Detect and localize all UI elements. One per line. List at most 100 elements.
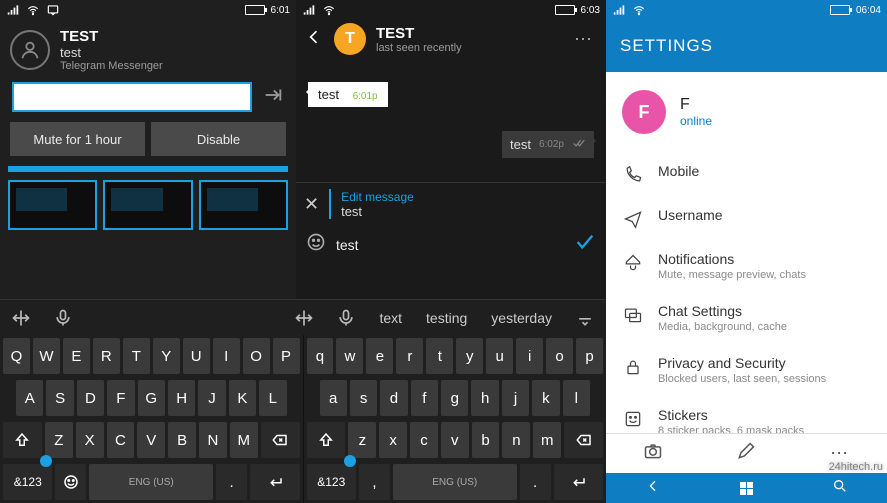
cancel-edit-button[interactable]: ✕ [304,194,319,215]
key-e[interactable]: E [63,338,90,374]
incoming-message[interactable]: test 6:01p [308,82,388,107]
key-x[interactable]: X [76,422,104,458]
settings-item-username[interactable]: Username [606,196,887,240]
key-z[interactable]: z [348,422,376,458]
period-key[interactable]: . [520,464,551,500]
key-q[interactable]: Q [3,338,30,374]
edit-button[interactable] [736,441,756,466]
cursor-dot-icon[interactable] [344,455,356,467]
chat-avatar[interactable]: T [334,23,366,55]
settings-item-mobile[interactable]: Mobile [606,152,887,196]
suggestion[interactable]: text [367,310,414,326]
key-r[interactable]: R [93,338,120,374]
key-v[interactable]: V [137,422,165,458]
key-i[interactable]: i [516,338,543,374]
key-p[interactable]: P [273,338,300,374]
key-y[interactable]: y [456,338,483,374]
key-x[interactable]: x [379,422,407,458]
key-e[interactable]: e [366,338,393,374]
more-button[interactable]: ⋯ [830,443,850,464]
key-b[interactable]: b [472,422,500,458]
key-n[interactable]: N [199,422,227,458]
key-f[interactable]: F [107,380,134,416]
numeric-key[interactable]: &123 [307,464,356,500]
key-j[interactable]: J [198,380,225,416]
suggestion[interactable]: testing [414,310,479,326]
key-t[interactable]: t [426,338,453,374]
quick-reply-input[interactable] [12,82,252,112]
key-g[interactable]: g [441,380,468,416]
key-a[interactable]: A [16,380,43,416]
key-m[interactable]: M [230,422,258,458]
key-s[interactable]: s [350,380,377,416]
key-m[interactable]: m [533,422,561,458]
settings-item-notifications[interactable]: Notifications Mute, message preview, cha… [606,240,887,292]
voice-input-icon[interactable] [325,308,367,328]
enter-key[interactable] [250,464,299,500]
key-v[interactable]: v [441,422,469,458]
send-reply-icon[interactable] [262,84,284,111]
key-q[interactable]: q [307,338,334,374]
key-k[interactable]: K [229,380,256,416]
key-b[interactable]: B [168,422,196,458]
profile-row[interactable]: F F online [606,72,887,152]
period-key[interactable]: . [216,464,247,500]
disable-button[interactable]: Disable [151,122,286,156]
key-n[interactable]: n [502,422,530,458]
key-p[interactable]: p [576,338,603,374]
key-c[interactable]: C [107,422,135,458]
key-w[interactable]: W [33,338,60,374]
key-d[interactable]: D [77,380,104,416]
settings-item-chat[interactable]: Chat Settings Media, background, cache [606,292,887,344]
key-l[interactable]: l [563,380,590,416]
key-k[interactable]: k [532,380,559,416]
cursor-dot-icon[interactable] [40,455,52,467]
key-o[interactable]: o [546,338,573,374]
space-key[interactable]: ENG (US) [89,464,213,500]
emoji-button[interactable] [306,232,326,257]
outgoing-message[interactable]: test 6:02p [502,131,594,158]
key-f[interactable]: f [411,380,438,416]
confirm-edit-button[interactable] [574,231,596,258]
more-options-button[interactable]: ⋯ [570,25,598,54]
key-c[interactable]: c [410,422,438,458]
task-thumb[interactable] [199,180,288,230]
key-t[interactable]: T [123,338,150,374]
enter-key[interactable] [554,464,603,500]
cursor-move-icon[interactable] [0,308,42,328]
key-y[interactable]: Y [153,338,180,374]
key-u[interactable]: U [183,338,210,374]
nav-start-button[interactable] [740,482,753,495]
key-i[interactable]: I [213,338,240,374]
mute-button[interactable]: Mute for 1 hour [10,122,145,156]
key-o[interactable]: O [243,338,270,374]
nav-search-button[interactable] [832,478,848,499]
key-r[interactable]: r [396,338,423,374]
camera-button[interactable] [643,441,663,466]
compose-input[interactable]: test [336,237,564,253]
key-h[interactable]: H [168,380,195,416]
backspace-key[interactable] [564,422,603,458]
space-key[interactable]: ENG (US) [393,464,517,500]
key-d[interactable]: d [380,380,407,416]
task-thumb[interactable] [103,180,192,230]
nav-back-button[interactable] [645,478,661,499]
key-a[interactable]: a [320,380,347,416]
key-g[interactable]: G [138,380,165,416]
settings-item-privacy[interactable]: Privacy and Security Blocked users, last… [606,344,887,396]
key-u[interactable]: u [486,338,513,374]
chat-header-titles[interactable]: TEST last seen recently [376,25,560,54]
key-z[interactable]: Z [45,422,73,458]
shift-key[interactable] [3,422,42,458]
shift-key[interactable] [307,422,346,458]
voice-input-icon[interactable] [42,308,84,328]
cursor-move-icon[interactable] [283,308,325,328]
emoji-key[interactable] [55,464,86,500]
suggestion[interactable]: yesterday [479,310,564,326]
expand-suggestions-icon[interactable] [564,308,606,328]
key-w[interactable]: w [336,338,363,374]
back-button[interactable] [304,27,324,52]
key-h[interactable]: h [471,380,498,416]
key-l[interactable]: L [259,380,286,416]
task-thumb[interactable] [8,180,97,230]
